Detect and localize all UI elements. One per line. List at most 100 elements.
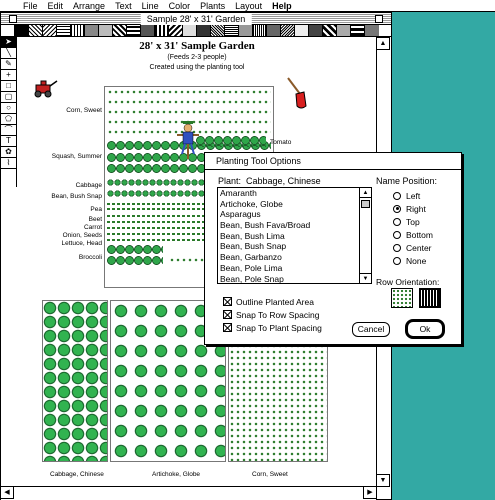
checkbox-outline-planted-area[interactable]: Outline Planted Area — [223, 296, 314, 307]
window-title-bar[interactable]: Sample 28' x 31' Garden — [1, 13, 391, 25]
pattern-swatch[interactable] — [309, 25, 323, 36]
scroll-left-arrow-icon[interactable]: ◀ — [0, 486, 14, 499]
arrow-tool-icon[interactable]: ➤ — [1, 37, 16, 48]
text-tool-icon[interactable]: T — [1, 136, 16, 147]
radio-circle-icon[interactable] — [393, 256, 401, 265]
pencil-tool-icon[interactable]: ✎ — [1, 59, 16, 70]
plant-list-item[interactable]: Bean, Pole Lima — [218, 263, 358, 274]
plant-list-item[interactable]: Bean, Bush Fava/Broad — [218, 220, 358, 231]
tomato-row[interactable] — [196, 136, 266, 147]
radio-top[interactable]: Top — [393, 216, 420, 227]
pattern-swatch[interactable] — [197, 25, 211, 36]
radio-circle-icon[interactable] — [393, 204, 401, 213]
cancel-button[interactable]: Cancel — [352, 322, 390, 337]
pattern-swatch[interactable] — [57, 25, 71, 36]
pattern-swatch[interactable] — [337, 25, 351, 36]
scroll-right-arrow-icon[interactable]: ▶ — [363, 486, 377, 499]
line-tool-icon[interactable]: ╲ — [1, 48, 16, 59]
pattern-swatch[interactable] — [239, 25, 253, 36]
menu-edit[interactable]: Edit — [43, 0, 69, 12]
pattern-swatch[interactable] — [29, 25, 43, 36]
plant-list-item[interactable]: Bean, Pole Snap — [218, 274, 358, 284]
radio-circle-icon[interactable] — [393, 191, 401, 200]
radio-none[interactable]: None — [393, 255, 426, 266]
vertical-rows-icon[interactable] — [391, 288, 413, 308]
pattern-swatch[interactable] — [43, 25, 57, 36]
checkbox-checked-icon[interactable] — [223, 323, 232, 332]
crosshair-tool-icon[interactable]: + — [1, 70, 16, 81]
checkbox-snap-plant-spacing[interactable]: Snap To Plant Spacing — [223, 322, 322, 333]
plant-list-item[interactable]: Bean, Garbanzo — [218, 252, 358, 263]
radio-circle-icon[interactable] — [393, 217, 401, 226]
pattern-swatch[interactable] — [127, 25, 141, 36]
pattern-swatch[interactable] — [267, 25, 281, 36]
planting-row[interactable] — [107, 256, 163, 265]
menu-file[interactable]: File — [18, 0, 43, 12]
plant-list-item[interactable]: Artichoke, Globe — [218, 199, 358, 210]
pattern-swatch[interactable] — [141, 25, 155, 36]
rounded-rectangle-tool-icon[interactable]: ▢ — [1, 92, 16, 103]
pattern-swatch[interactable] — [323, 25, 337, 36]
scroll-up-arrow-icon[interactable]: ▲ — [376, 37, 390, 50]
pattern-swatch[interactable] — [155, 25, 169, 36]
oval-tool-icon[interactable]: ○ — [1, 103, 16, 114]
radio-left[interactable]: Left — [393, 190, 420, 201]
plant-list-scrollbar[interactable]: ▲ ▼ — [359, 188, 371, 283]
scroll-up-arrow-icon[interactable]: ▲ — [360, 188, 371, 198]
radio-bottom[interactable]: Bottom — [393, 229, 433, 240]
planting-row[interactable] — [107, 245, 163, 254]
pattern-swatch[interactable] — [183, 25, 197, 36]
radio-right[interactable]: Right — [393, 203, 426, 214]
pattern-swatch[interactable] — [295, 25, 309, 36]
pattern-swatch[interactable] — [365, 25, 379, 36]
pattern-swatch[interactable] — [211, 25, 225, 36]
radio-center[interactable]: Center — [393, 242, 432, 253]
checkbox-checked-icon[interactable] — [223, 297, 232, 306]
pattern-swatch[interactable] — [15, 25, 29, 36]
horizontal-scrollbar[interactable]: ◀ ▶ — [0, 486, 377, 500]
horizontal-rows-icon[interactable] — [419, 288, 441, 308]
radio-circle-icon[interactable] — [393, 230, 401, 239]
zoom-box-icon[interactable] — [375, 15, 383, 23]
menu-help[interactable]: Help — [267, 0, 297, 12]
plant-list-item[interactable]: Amaranth — [218, 188, 358, 199]
ok-button[interactable]: Ok — [405, 319, 445, 339]
plant-list[interactable]: Amaranth Artichoke, Globe Asparagus Bean… — [217, 187, 372, 284]
scroll-thumb[interactable] — [361, 200, 370, 208]
planting-row[interactable] — [107, 109, 271, 115]
plant-list-item[interactable]: Bean, Bush Snap — [218, 241, 358, 252]
pattern-swatch[interactable] — [71, 25, 85, 36]
scroll-down-arrow-icon[interactable]: ▼ — [376, 474, 390, 487]
pattern-swatch[interactable] — [225, 25, 239, 36]
pattern-swatch[interactable] — [1, 25, 15, 36]
plant-tool-icon[interactable]: ✿ — [1, 147, 16, 158]
row-label: Tomato — [270, 139, 292, 146]
menu-text[interactable]: Text — [110, 0, 137, 12]
pattern-swatch[interactable] — [99, 25, 113, 36]
planting-row[interactable] — [107, 99, 271, 105]
close-box-icon[interactable] — [9, 15, 17, 23]
pattern-swatch[interactable] — [351, 25, 365, 36]
pattern-swatch[interactable] — [85, 25, 99, 36]
scroll-down-arrow-icon[interactable]: ▼ — [360, 273, 371, 283]
rectangle-tool-icon[interactable]: □ — [1, 81, 16, 92]
menu-color[interactable]: Color — [164, 0, 196, 12]
menu-plants[interactable]: Plants — [195, 0, 230, 12]
plant-list-item[interactable]: Asparagus — [218, 209, 358, 220]
menu-arrange[interactable]: Arrange — [68, 0, 110, 12]
garden-bed-cabbage-chinese[interactable] — [42, 300, 108, 462]
pattern-swatch[interactable] — [113, 25, 127, 36]
menu-layout[interactable]: Layout — [230, 0, 267, 12]
pattern-swatch[interactable] — [281, 25, 295, 36]
checkbox-snap-row-spacing[interactable]: Snap To Row Spacing — [223, 309, 319, 320]
freehand-tool-icon[interactable]: ⌒ — [1, 125, 16, 136]
checkbox-checked-icon[interactable] — [223, 310, 232, 319]
plant-list-item[interactable]: Bean, Bush Lima — [218, 231, 358, 242]
planting-row[interactable] — [107, 89, 271, 95]
menu-line[interactable]: Line — [137, 0, 164, 12]
eyedropper-tool-icon[interactable]: ⌇ — [1, 158, 16, 169]
pattern-swatch[interactable] — [169, 25, 183, 36]
radio-circle-icon[interactable] — [393, 243, 401, 252]
pattern-swatch[interactable] — [253, 25, 267, 36]
polygon-tool-icon[interactable]: ⬠ — [1, 114, 16, 125]
